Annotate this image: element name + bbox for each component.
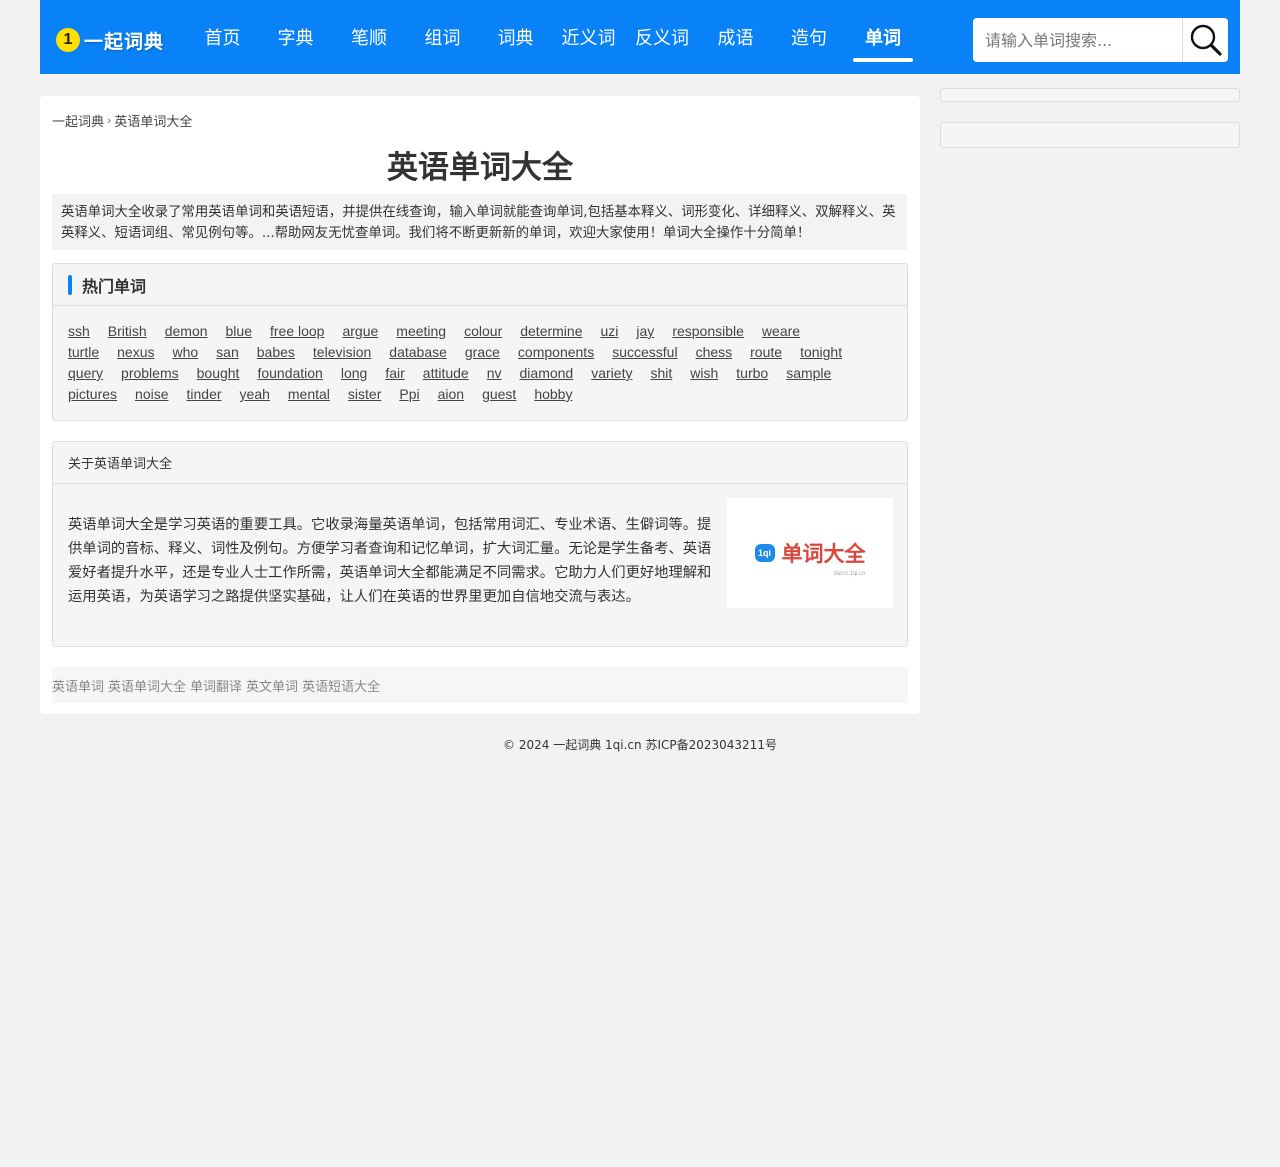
about-panel: 关于英语单词大全 英语单词大全是学习英语的重要工具。它收录海量英语单词，包括常用… <box>52 441 908 647</box>
nav-zaoju[interactable]: 造句 <box>772 0 846 74</box>
hot-word-link[interactable]: pictures <box>68 384 117 405</box>
logo-icon: 1qi <box>754 544 775 562</box>
about-text: 英语单词大全是学习英语的重要工具。它收录海量英语单词，包括常用词汇、专业术语、生… <box>68 517 712 605</box>
hot-word-link[interactable]: hobby <box>534 384 572 405</box>
hot-word-link[interactable]: attitude <box>423 363 469 384</box>
tag-link[interactable]: 单词翻译 <box>190 676 242 695</box>
logo-badge: 1 <box>56 28 80 52</box>
hot-word-link[interactable]: san <box>216 342 239 363</box>
hot-word-link[interactable]: demon <box>165 321 208 342</box>
hot-word-link[interactable]: tonight <box>800 342 842 363</box>
search-button[interactable] <box>1182 18 1228 62</box>
hot-word-link[interactable]: sister <box>348 384 381 405</box>
hot-word-link[interactable]: who <box>172 342 198 363</box>
page-title: 英语单词大全 <box>387 150 573 186</box>
hot-word-link[interactable]: problems <box>121 363 179 384</box>
hot-word-link[interactable]: route <box>750 342 782 363</box>
hot-words-title: 热门单词 <box>82 276 147 296</box>
hot-word-link[interactable]: meeting <box>396 321 446 342</box>
hot-word-link[interactable]: colour <box>464 321 502 342</box>
hot-word-link[interactable]: turtle <box>68 342 99 363</box>
hot-word-link[interactable]: mental <box>288 384 330 405</box>
nav-chengyu[interactable]: 成语 <box>699 0 772 74</box>
hot-word-link[interactable]: variety <box>591 363 632 384</box>
breadcrumb-home[interactable]: 一起词典 <box>52 111 104 130</box>
hot-word-link[interactable]: diamond <box>520 363 574 384</box>
hot-word-link[interactable]: wish <box>690 363 718 384</box>
accent-bar <box>68 274 72 295</box>
hot-word-link[interactable]: query <box>68 363 103 384</box>
danci-logo-image: 1qi 单词大全 danci.1qi.cn <box>727 498 893 608</box>
hot-word-link[interactable]: bought <box>197 363 240 384</box>
hot-word-link[interactable]: yeah <box>240 384 270 405</box>
tag-link[interactable]: 英语单词大全 <box>108 676 186 695</box>
hot-word-link[interactable]: sample <box>786 363 831 384</box>
header: 1 一起词典 首页 字典 笔顺 组词 词典 近义词 反义词 成语 造句 单词 <box>40 0 1240 74</box>
hot-word-link[interactable]: chess <box>696 342 733 363</box>
hot-word-link[interactable]: nexus <box>117 342 154 363</box>
main-nav: 首页 字典 笔顺 组词 词典 近义词 反义词 成语 造句 单词 <box>186 0 920 74</box>
hot-word-link[interactable]: determine <box>520 321 582 342</box>
hot-word-link[interactable]: database <box>389 342 447 363</box>
logo-wordmark-text: 单词大全 <box>781 541 866 566</box>
hot-word-link[interactable]: British <box>108 321 147 342</box>
logo-domain: danci.1qi.cn <box>833 571 866 577</box>
hot-word-link[interactable]: uzi <box>601 321 619 342</box>
hot-words-header: 热门单词 <box>53 264 907 306</box>
hot-word-link[interactable]: components <box>518 342 594 363</box>
nav-fanyici[interactable]: 反义词 <box>625 0 699 74</box>
hot-word-link[interactable]: fair <box>385 363 404 384</box>
logo-text: 一起词典 <box>84 30 165 53</box>
hot-word-link[interactable]: tinder <box>187 384 222 405</box>
hot-word-link[interactable]: aion <box>438 384 464 405</box>
hot-word-link[interactable]: blue <box>226 321 252 342</box>
hot-word-link[interactable]: shit <box>650 363 672 384</box>
hot-word-link[interactable]: argue <box>342 321 378 342</box>
hot-word-link[interactable]: Ppi <box>399 384 419 405</box>
sidebar-panel-1 <box>940 88 1240 102</box>
nav-zuci[interactable]: 组词 <box>406 0 479 74</box>
hot-word-link[interactable]: television <box>313 342 371 363</box>
nav-cidian[interactable]: 词典 <box>479 0 552 74</box>
search-box <box>973 18 1228 62</box>
hot-word-link[interactable]: noise <box>135 384 168 405</box>
hot-word-link[interactable]: ssh <box>68 321 90 342</box>
hot-words-list: ssh British demon blue free loop argue meeting… <box>53 306 907 405</box>
breadcrumb-current[interactable]: 英语单词大全 <box>114 111 192 130</box>
logo-wordmark: 单词大全 danci.1qi.cn <box>781 538 866 577</box>
sidebar-panel-2 <box>940 122 1240 148</box>
nav-zidian[interactable]: 字典 <box>259 0 332 74</box>
tag-link[interactable]: 英语短语大全 <box>302 676 380 695</box>
tag-link[interactable]: 英语单词 <box>52 676 104 695</box>
intro-text: 英语单词大全收录了常用英语单词和英语短语，并提供在线查询，输入单词就能查询单词,… <box>52 194 907 250</box>
hot-word-link[interactable]: jay <box>636 321 654 342</box>
nav-home[interactable]: 首页 <box>186 0 259 74</box>
about-title: 关于英语单词大全 <box>53 442 907 484</box>
nav-bishun[interactable]: 笔顺 <box>332 0 406 74</box>
hot-words-panel: 热门单词 ssh British demon blue free loop argue me… <box>52 263 908 421</box>
nav-jinyici[interactable]: 近义词 <box>552 0 625 74</box>
hot-word-link[interactable]: long <box>341 363 367 384</box>
hot-word-link[interactable]: guest <box>482 384 516 405</box>
breadcrumb-separator: › <box>107 114 112 127</box>
hot-word-link[interactable]: turbo <box>736 363 768 384</box>
hot-word-link[interactable]: babes <box>257 342 295 363</box>
tag-link[interactable]: 英文单词 <box>246 676 298 695</box>
search-icon <box>1190 24 1222 56</box>
hot-word-link[interactable]: successful <box>612 342 677 363</box>
hot-word-link[interactable]: grace <box>465 342 500 363</box>
hot-word-link[interactable]: foundation <box>257 363 322 384</box>
main-content: 一起词典 › 英语单词大全 英语单词大全 英语单词大全收录了常用英语单词和英语短… <box>40 96 920 714</box>
breadcrumb: 一起词典 › 英语单词大全 <box>52 111 192 130</box>
site-logo[interactable]: 1 一起词典 <box>56 26 164 54</box>
hot-word-link[interactable]: nv <box>487 363 502 384</box>
hot-word-link[interactable]: responsible <box>672 321 744 342</box>
related-tags: 英语单词 英语单词大全 单词翻译 英文单词 英语短语大全 <box>52 667 908 703</box>
search-input[interactable] <box>973 18 1182 62</box>
hot-word-link[interactable]: free loop <box>270 321 324 342</box>
nav-danci[interactable]: 单词 <box>846 0 920 74</box>
hot-word-link[interactable]: weare <box>762 321 800 342</box>
footer: © 2024 一起词典 1qi.cn 苏ICP备2023043211号 <box>503 738 777 752</box>
